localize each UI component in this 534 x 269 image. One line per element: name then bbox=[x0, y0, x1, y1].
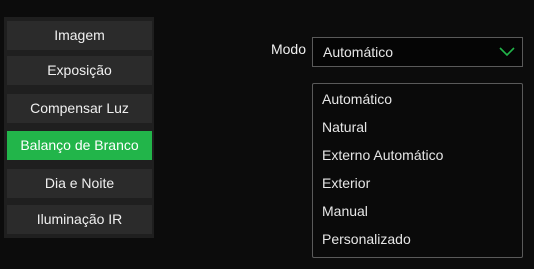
mode-option-personalizado[interactable]: Personalizado bbox=[322, 227, 517, 251]
sidebar-item-imagem[interactable]: Imagem bbox=[7, 21, 152, 50]
sidebar-item-compensar-luz[interactable]: Compensar Luz bbox=[7, 94, 152, 123]
sidebar-item-dia-e-noite[interactable]: Dia e Noite bbox=[7, 169, 152, 198]
mode-select-value: Automático bbox=[323, 44, 394, 60]
settings-sidebar: Imagem Exposição Compensar Luz Balanço d… bbox=[4, 17, 154, 238]
sidebar-item-exposicao[interactable]: Exposição bbox=[7, 56, 152, 85]
mode-option-automatico[interactable]: Automático bbox=[322, 87, 517, 111]
mode-dropdown-list: Automático Natural Externo Automático Ex… bbox=[312, 83, 523, 258]
chevron-down-icon bbox=[499, 47, 515, 57]
mode-option-externo-automatico[interactable]: Externo Automático bbox=[322, 143, 517, 167]
mode-label: Modo bbox=[270, 41, 306, 57]
sidebar-item-balanco-de-branco[interactable]: Balanço de Branco bbox=[7, 131, 152, 160]
mode-select[interactable]: Automático bbox=[312, 37, 523, 67]
mode-option-manual[interactable]: Manual bbox=[322, 199, 517, 223]
sidebar-item-iluminacao-ir[interactable]: Iluminação IR bbox=[7, 205, 152, 234]
mode-option-exterior[interactable]: Exterior bbox=[322, 171, 517, 195]
mode-option-natural[interactable]: Natural bbox=[322, 115, 517, 139]
